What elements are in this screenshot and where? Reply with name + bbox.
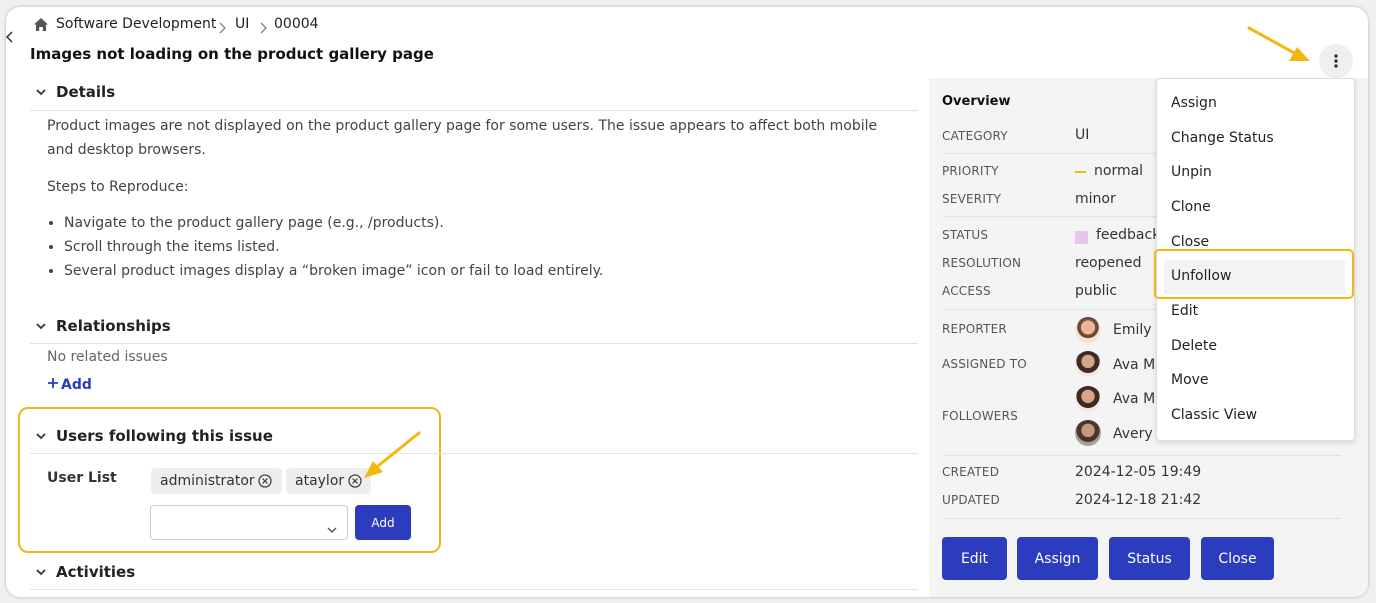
user-tag-administrator: administrator: [151, 468, 282, 494]
unfollow-highlight-box: [1154, 249, 1354, 299]
updated-value: 2024-12-18 21:42: [1075, 492, 1202, 508]
category-label: CATEGORY: [942, 129, 1008, 143]
chevron-down-icon: [327, 519, 337, 538]
close-button[interactable]: Close: [1201, 537, 1274, 580]
no-related-issues-text: No related issues: [47, 349, 168, 365]
avatar: [1075, 317, 1101, 343]
vertical-dots-icon: [1334, 54, 1338, 68]
issue-description: Product images are not displayed on the …: [47, 118, 878, 158]
avatar: [1075, 351, 1101, 377]
assigned-to-label: ASSIGNED TO: [942, 357, 1027, 371]
created-value: 2024-12-05 19:49: [1075, 464, 1202, 480]
status-button[interactable]: Status: [1109, 537, 1190, 580]
menu-item-change-status[interactable]: Change Status: [1171, 130, 1274, 146]
remove-user-icon[interactable]: [258, 474, 272, 488]
category-value: UI: [1075, 127, 1090, 143]
annotation-arrow-icon: [1246, 25, 1312, 67]
menu-item-assign[interactable]: Assign: [1171, 95, 1217, 111]
reporter-value[interactable]: Emily: [1113, 322, 1152, 338]
menu-item-classic-view[interactable]: Classic View: [1171, 407, 1257, 423]
relationships-heading: Relationships: [56, 317, 171, 335]
access-value: public: [1075, 283, 1118, 299]
menu-item-close[interactable]: Close: [1171, 234, 1209, 250]
reporter-label: REPORTER: [942, 322, 1007, 336]
steps-list: Navigate to the product gallery page (e.…: [47, 211, 897, 283]
user-select[interactable]: [150, 505, 348, 540]
chevron-down-icon: [34, 565, 48, 579]
assign-button[interactable]: Assign: [1017, 537, 1098, 580]
chevron-down-icon: [34, 429, 48, 443]
overview-heading: Overview: [942, 94, 1011, 109]
breadcrumb-project[interactable]: Software Development: [56, 16, 216, 32]
add-relationship-link[interactable]: Add: [47, 377, 92, 393]
breadcrumb-separator-icon: [259, 19, 267, 38]
status-label: STATUS: [942, 228, 989, 242]
menu-item-edit[interactable]: Edit: [1171, 303, 1198, 319]
chevron-down-icon: [34, 319, 48, 333]
menu-item-move[interactable]: Move: [1171, 372, 1209, 388]
follower-name[interactable]: Ava M: [1113, 391, 1155, 407]
status-value: feedback: [1096, 227, 1161, 243]
details-section-header[interactable]: Details: [34, 83, 115, 101]
created-label: CREATED: [942, 465, 1000, 479]
annotation-arrow-icon: [361, 430, 423, 484]
more-actions-button[interactable]: [1319, 44, 1353, 78]
followers-label: FOLLOWERS: [942, 409, 1018, 423]
menu-item-clone[interactable]: Clone: [1171, 199, 1211, 215]
add-relationship-label: Add: [61, 377, 92, 393]
followers-heading: Users following this issue: [56, 427, 273, 445]
breadcrumb-separator-icon: [218, 19, 226, 38]
steps-label: Steps to Reproduce:: [47, 179, 189, 195]
user-tag-label: ataylor: [295, 473, 345, 489]
user-tag-ataylor: ataylor: [286, 468, 371, 494]
breadcrumb-component[interactable]: UI: [235, 16, 249, 32]
priority-label: PRIORITY: [942, 164, 999, 178]
activities-heading: Activities: [56, 563, 136, 581]
divider: [943, 518, 1341, 519]
breadcrumb: Software Development: [56, 16, 216, 32]
add-follower-button[interactable]: Add: [355, 505, 411, 540]
edit-button[interactable]: Edit: [942, 537, 1007, 580]
followers-section-header[interactable]: Users following this issue: [34, 427, 273, 445]
divider: [30, 453, 918, 454]
follower-name[interactable]: Avery: [1113, 426, 1153, 442]
priority-dash-icon: [1075, 171, 1086, 173]
plus-icon: [47, 377, 59, 393]
back-chevron-icon[interactable]: [6, 31, 14, 47]
severity-value: minor: [1075, 191, 1116, 207]
home-icon[interactable]: [33, 17, 49, 36]
list-item: Scroll through the items listed.: [64, 235, 897, 259]
details-heading: Details: [56, 83, 116, 101]
breadcrumb-issue-id: 00004: [274, 16, 319, 32]
issue-card: Software Development UI 00004 Images not…: [6, 7, 1368, 597]
access-label: ACCESS: [942, 284, 991, 298]
menu-item-delete[interactable]: Delete: [1171, 338, 1217, 354]
divider: [30, 343, 918, 344]
status-swatch: [1075, 231, 1088, 244]
updated-label: UPDATED: [942, 493, 1000, 507]
resolution-label: RESOLUTION: [942, 256, 1022, 270]
activities-section-header[interactable]: Activities: [34, 563, 135, 581]
priority-value: normal: [1094, 163, 1144, 179]
page-title: Images not loading on the product galler…: [30, 45, 434, 63]
chevron-down-icon: [34, 85, 48, 99]
user-tag-label: administrator: [160, 473, 255, 489]
menu-item-unpin[interactable]: Unpin: [1171, 164, 1212, 180]
list-item: Navigate to the product gallery page (e.…: [64, 211, 897, 235]
avatar: [1075, 420, 1101, 446]
relationships-section-header[interactable]: Relationships: [34, 317, 171, 335]
resolution-value: reopened: [1075, 255, 1142, 271]
divider: [30, 110, 918, 111]
divider: [30, 589, 918, 590]
avatar: [1075, 386, 1101, 412]
list-item: Several product images display a “broken…: [64, 259, 897, 283]
severity-label: SEVERITY: [942, 192, 1002, 206]
divider: [943, 455, 1341, 456]
user-list-label: User List: [47, 470, 117, 486]
assigned-value[interactable]: Ava M: [1113, 357, 1155, 373]
